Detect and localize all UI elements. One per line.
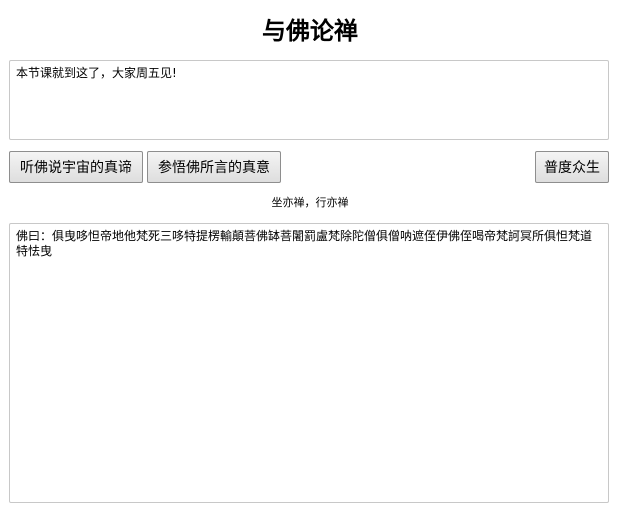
caption-text: 坐亦禅，行亦禅 (271, 196, 349, 209)
decode-button[interactable]: 参悟佛所言的真意 (147, 151, 281, 183)
output-textarea[interactable]: 佛曰：俱曳哆怛帝地他梵死三哆特提楞輸顛菩佛缽菩闍罰盧梵除陀僧俱僧呐遮侄伊佛侄喝帝… (9, 223, 609, 503)
encode-button[interactable]: 听佛说宇宙的真谛 (9, 151, 143, 183)
input-textarea[interactable]: 本节课就到这了，大家周五见! (9, 60, 609, 140)
spread-button[interactable]: 普度众生 (535, 151, 609, 183)
page-title: 与佛论禅 (262, 17, 358, 45)
